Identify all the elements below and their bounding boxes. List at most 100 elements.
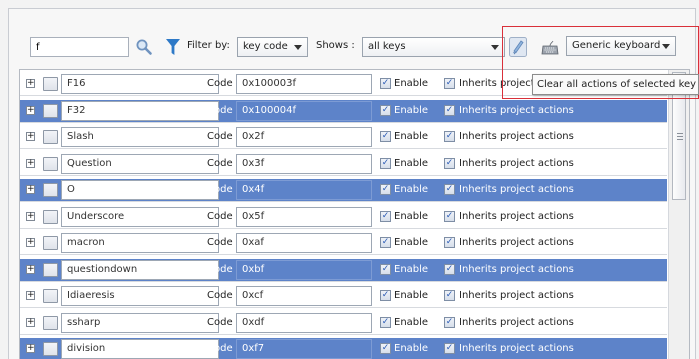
key-row[interactable]: + Idiaeresis Code 0xcf ✓ Enable ✓ Inherits proj… — [20, 285, 667, 308]
enable-checkbox[interactable]: ✓ — [380, 237, 391, 248]
chevron-down-icon — [662, 44, 670, 49]
expand-icon[interactable]: + — [26, 79, 35, 88]
expand-icon[interactable]: + — [26, 238, 35, 247]
enable-checkbox[interactable]: ✓ — [380, 105, 391, 116]
key-select-checkbox[interactable] — [43, 130, 58, 144]
enable-checkbox[interactable]: ✓ — [380, 131, 391, 142]
key-row[interactable]: + ssharp Code 0xdf ✓ Enable ✓ Inherits project … — [20, 312, 667, 335]
enable-checkbox[interactable]: ✓ — [380, 211, 391, 222]
enable-label: Enable — [394, 211, 429, 222]
key-select-checkbox[interactable] — [43, 236, 58, 250]
key-name-field[interactable]: Slash — [61, 127, 219, 147]
key-select-checkbox[interactable] — [43, 104, 58, 118]
key-row[interactable]: + questiondown Code 0xbf ✓ Enable ✓ Inherits pr… — [20, 259, 667, 282]
inherits-label: Inherits project actions — [459, 237, 574, 248]
key-select-checkbox[interactable] — [43, 263, 58, 277]
inherits-checkbox[interactable]: ✓ — [444, 290, 455, 301]
key-code-field[interactable]: 0xbf — [236, 260, 372, 280]
expand-icon[interactable]: + — [26, 106, 35, 115]
key-select-checkbox[interactable] — [43, 77, 58, 91]
expand-icon[interactable]: + — [26, 132, 35, 141]
expand-icon[interactable]: + — [26, 159, 35, 168]
key-select-checkbox[interactable] — [43, 157, 58, 171]
key-name-field[interactable]: macron — [61, 233, 219, 253]
chevron-down-icon — [294, 45, 302, 50]
inherits-checkbox[interactable]: ✓ — [444, 237, 455, 248]
key-select-checkbox[interactable] — [43, 183, 58, 197]
key-name-field[interactable]: questiondown — [61, 260, 219, 280]
vertical-scrollbar[interactable] — [668, 70, 689, 359]
filter-by-value: key code — [243, 41, 288, 52]
enable-checkbox[interactable]: ✓ — [380, 158, 391, 169]
shows-value: all keys — [368, 41, 406, 52]
key-code-field[interactable]: 0x5f — [236, 207, 372, 227]
inherits-checkbox[interactable]: ✓ — [444, 343, 455, 354]
enable-checkbox[interactable]: ✓ — [380, 290, 391, 301]
filter-input[interactable] — [30, 37, 129, 57]
inherits-checkbox[interactable]: ✓ — [444, 78, 455, 89]
shows-select[interactable]: all keys — [362, 37, 505, 57]
key-select-checkbox[interactable] — [43, 342, 58, 356]
key-select-checkbox[interactable] — [43, 210, 58, 224]
key-name-field[interactable]: Idiaeresis — [61, 286, 219, 306]
key-name-field[interactable]: F16 — [61, 74, 219, 94]
expand-icon[interactable]: + — [26, 318, 35, 327]
inherits-checkbox[interactable]: ✓ — [444, 264, 455, 275]
search-icon[interactable] — [135, 38, 153, 56]
key-row[interactable]: + F32 Code 0x100004f ✓ Enable ✓ Inherits projec… — [20, 100, 667, 123]
expand-icon[interactable]: + — [26, 185, 35, 194]
key-code-field[interactable]: 0xdf — [236, 313, 372, 333]
enable-checkbox[interactable]: ✓ — [380, 78, 391, 89]
keyboard-icon — [541, 40, 559, 55]
key-name-field[interactable]: F32 — [61, 101, 219, 121]
expand-icon[interactable]: + — [26, 291, 35, 300]
shows-label: Shows : — [316, 40, 355, 51]
inherits-checkbox[interactable]: ✓ — [444, 105, 455, 116]
keyboard-select[interactable]: Generic keyboard — [566, 36, 676, 56]
expand-icon[interactable]: + — [26, 212, 35, 221]
key-name-field[interactable]: Underscore — [61, 207, 219, 227]
key-row[interactable]: + Underscore Code 0x5f ✓ Enable ✓ Inherits proj… — [20, 206, 667, 229]
inherits-label: Inherits project actions — [459, 290, 574, 301]
inherits-checkbox[interactable]: ✓ — [444, 211, 455, 222]
key-name-field[interactable]: O — [61, 180, 219, 200]
clear-actions-icon[interactable] — [509, 37, 527, 57]
key-code-field[interactable]: 0x100003f — [236, 74, 372, 94]
expand-icon[interactable]: + — [26, 265, 35, 274]
enable-checkbox[interactable]: ✓ — [380, 184, 391, 195]
key-select-checkbox[interactable] — [43, 316, 58, 330]
key-row[interactable]: + Question Code 0x3f ✓ Enable ✓ Inherits projec… — [20, 153, 667, 176]
code-label: Code — [207, 78, 233, 89]
key-row[interactable]: + O Code 0x4f ✓ Enable ✓ Inherits project actio… — [20, 179, 667, 202]
grip-icon — [677, 133, 683, 140]
key-code-field[interactable]: 0xf7 — [236, 339, 372, 359]
enable-checkbox[interactable]: ✓ — [380, 317, 391, 328]
key-code-field[interactable]: 0x100004f — [236, 101, 372, 121]
expand-icon[interactable]: + — [26, 344, 35, 353]
key-code-field[interactable]: 0x4f — [236, 180, 372, 200]
key-code-field[interactable]: 0xaf — [236, 233, 372, 253]
enable-label: Enable — [394, 105, 429, 116]
key-row[interactable]: + division Code 0xf7 ✓ Enable ✓ Inherits projec… — [20, 338, 667, 359]
key-select-checkbox[interactable] — [43, 289, 58, 303]
key-name-field[interactable]: ssharp — [61, 313, 219, 333]
enable-checkbox[interactable]: ✓ — [380, 264, 391, 275]
enable-checkbox[interactable]: ✓ — [380, 343, 391, 354]
key-name-field[interactable]: division — [61, 339, 219, 359]
code-label: Code — [207, 211, 233, 222]
key-list: + F16 Code 0x100003f ✓ Enable ✓ Inherits projec… — [19, 69, 690, 359]
key-code-field[interactable]: 0xcf — [236, 286, 372, 306]
key-name-field[interactable]: Question — [61, 154, 219, 174]
filter-by-select[interactable]: key code — [237, 37, 308, 57]
enable-label: Enable — [394, 317, 429, 328]
inherits-label: Inherits project actions — [459, 131, 574, 142]
key-code-field[interactable]: 0x3f — [236, 154, 372, 174]
key-row[interactable]: + Slash Code 0x2f ✓ Enable ✓ Inherits project a… — [20, 126, 667, 149]
inherits-checkbox[interactable]: ✓ — [444, 184, 455, 195]
enable-label: Enable — [394, 290, 429, 301]
inherits-checkbox[interactable]: ✓ — [444, 158, 455, 169]
inherits-checkbox[interactable]: ✓ — [444, 131, 455, 142]
key-row[interactable]: + macron Code 0xaf ✓ Enable ✓ Inherits project … — [20, 232, 667, 255]
key-code-field[interactable]: 0x2f — [236, 127, 372, 147]
inherits-checkbox[interactable]: ✓ — [444, 317, 455, 328]
